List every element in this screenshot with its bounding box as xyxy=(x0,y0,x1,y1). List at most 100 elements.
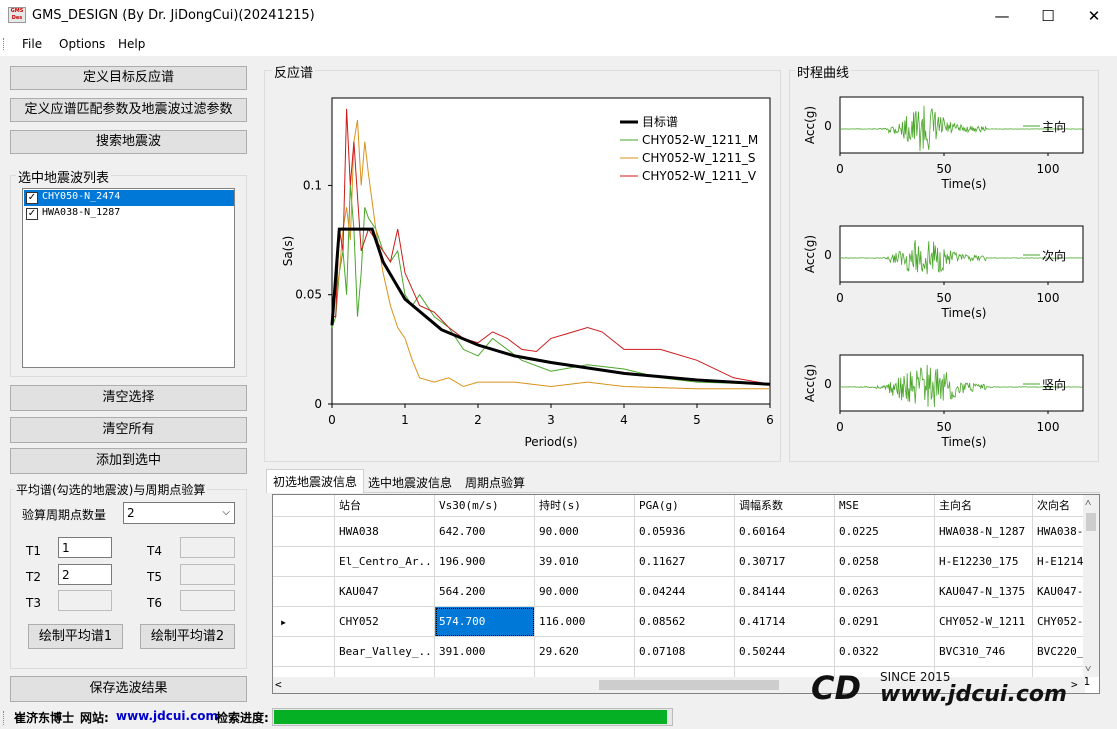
selected-waves-list[interactable]: ✓ CHY050-N_2474 ✓ HWA038-N_1287 xyxy=(22,188,235,368)
y-axis-label: Acc(g) xyxy=(803,106,817,144)
waves-data-grid[interactable]: 站台 Vs30(m/s) 持时(s) PGA(g) 调幅系数 MSE 主向名 次向名 HWA03… xyxy=(272,494,1100,694)
menu-help[interactable]: Help xyxy=(118,37,145,51)
status-author: 崔济东博士 xyxy=(14,711,75,725)
table-cell[interactable]: HWA038 xyxy=(335,517,435,547)
table-cell[interactable]: HWA038-N_1287 xyxy=(935,517,1033,547)
x-tick-label: 50 xyxy=(936,420,951,434)
table-cell[interactable]: 0.41714 xyxy=(735,607,835,637)
tab-initial-waves[interactable]: 初选地震波信息 xyxy=(266,469,365,493)
table-cell[interactable]: KAU047-N_1375 xyxy=(935,577,1033,607)
table-cell[interactable]: 39.010 xyxy=(535,547,635,577)
t2-input[interactable]: 2 xyxy=(58,564,112,585)
table-cell[interactable]: El_Centro_Ar... xyxy=(335,547,435,577)
horizontal-scroll-thumb[interactable] xyxy=(599,680,779,690)
checkbox-checked-icon[interactable]: ✓ xyxy=(26,208,38,220)
time-history-title: 时程曲线 xyxy=(795,62,852,81)
table-cell[interactable]: 0.0263 xyxy=(835,577,935,607)
check-points-label: 验算周期点数量 xyxy=(22,508,107,522)
table-cell[interactable]: 90.000 xyxy=(535,517,635,547)
x-tick-label: 2 xyxy=(474,413,482,427)
table-cell[interactable]: 0.08562 xyxy=(635,607,735,637)
selected-waves-title: 选中地震波列表 xyxy=(16,167,112,186)
table-cell[interactable]: 574.700 xyxy=(435,607,535,637)
clear-all-button[interactable]: 清空所有 xyxy=(10,417,247,443)
table-cell[interactable]: 0.11627 xyxy=(635,547,735,577)
draw-average-2-button[interactable]: 绘制平均谱2 xyxy=(140,624,235,649)
table-cell[interactable]: 116.000 xyxy=(535,607,635,637)
list-item[interactable]: ✓ CHY050-N_2474 xyxy=(24,190,234,206)
row-header[interactable] xyxy=(273,517,335,547)
menu-options[interactable]: Options xyxy=(59,37,105,51)
search-waves-button[interactable]: 搜索地震波 xyxy=(10,130,247,154)
y-tick-label: 0 xyxy=(314,397,322,411)
table-cell[interactable]: BVC310_746 xyxy=(935,637,1033,667)
legend-entry: 主向 xyxy=(1042,119,1066,134)
table-cell[interactable]: 391.000 xyxy=(435,637,535,667)
checkbox-checked-icon[interactable]: ✓ xyxy=(26,192,38,204)
list-item[interactable]: ✓ HWA038-N_1287 xyxy=(24,206,234,222)
table-cell[interactable]: KAU047 xyxy=(335,577,435,607)
table-cell[interactable]: 29.620 xyxy=(535,637,635,667)
vertical-scroll-thumb[interactable] xyxy=(1086,513,1096,531)
column-header[interactable]: 站台 xyxy=(335,495,435,517)
column-header[interactable]: 调幅系数 xyxy=(735,495,835,517)
table-cell[interactable]: 0.05936 xyxy=(635,517,735,547)
table-cell[interactable]: 0.0322 xyxy=(835,637,935,667)
t5-input[interactable] xyxy=(180,564,235,585)
table-cell[interactable]: 0.84144 xyxy=(735,577,835,607)
row-header[interactable] xyxy=(273,577,335,607)
table-cell[interactable]: 196.900 xyxy=(435,547,535,577)
maximize-button[interactable]: ☐ xyxy=(1025,0,1071,32)
table-cell[interactable]: 0.0225 xyxy=(835,517,935,547)
minimize-button[interactable]: — xyxy=(979,0,1025,32)
table-cell[interactable]: 564.200 xyxy=(435,577,535,607)
table-cell[interactable]: 0.50244 xyxy=(735,637,835,667)
save-results-button[interactable]: 保存选波结果 xyxy=(10,676,247,702)
column-header[interactable]: 持时(s) xyxy=(535,495,635,517)
y-tick-label: 0.05 xyxy=(295,288,322,302)
table-cell[interactable]: Bear_Valley_... xyxy=(335,637,435,667)
clear-selection-button[interactable]: 清空选择 xyxy=(10,385,247,411)
response-spectrum-title: 反应谱 xyxy=(272,62,316,81)
column-header[interactable]: PGA(g) xyxy=(635,495,735,517)
y-axis-label: Sa(s) xyxy=(281,236,295,267)
t3-input[interactable] xyxy=(58,590,112,611)
draw-average-1-button[interactable]: 绘制平均谱1 xyxy=(28,624,123,649)
scroll-left-arrow-icon[interactable]: < xyxy=(275,677,289,693)
x-tick-label: 0 xyxy=(836,162,844,176)
t4-input[interactable] xyxy=(180,537,235,558)
table-cell[interactable]: CHY052 xyxy=(335,607,435,637)
menu-file[interactable]: File xyxy=(22,37,42,51)
tab-selected-waves[interactable]: 选中地震波信息 xyxy=(364,472,456,492)
close-button[interactable]: ✕ xyxy=(1071,0,1117,32)
tab-period-check[interactable]: 周期点验算 xyxy=(461,472,529,492)
row-header[interactable]: ▸ xyxy=(273,607,335,637)
table-cell[interactable]: 642.700 xyxy=(435,517,535,547)
table-cell[interactable]: 0.0291 xyxy=(835,607,935,637)
t1-input[interactable]: 1 xyxy=(58,537,112,558)
table-cell[interactable]: 90.000 xyxy=(535,577,635,607)
row-header[interactable] xyxy=(273,547,335,577)
table-cell[interactable]: 0.04244 xyxy=(635,577,735,607)
table-cell[interactable]: 0.0258 xyxy=(835,547,935,577)
scroll-up-arrow-icon[interactable]: ˄ xyxy=(1085,495,1099,511)
define-target-spectrum-button[interactable]: 定义目标反应谱 xyxy=(10,66,247,90)
column-header[interactable]: MSE xyxy=(835,495,935,517)
table-cell[interactable]: 0.07108 xyxy=(635,637,735,667)
table-cell[interactable]: 0.30717 xyxy=(735,547,835,577)
table-cell[interactable]: 0.60164 xyxy=(735,517,835,547)
row-header[interactable] xyxy=(273,637,335,667)
table-cell[interactable]: CHY052-W_1211 xyxy=(935,607,1033,637)
y-tick-label: 0.1 xyxy=(303,178,322,192)
table-cell[interactable]: H-E12230_175 xyxy=(935,547,1033,577)
column-header[interactable]: Vs30(m/s) xyxy=(435,495,535,517)
define-matching-params-button[interactable]: 定义应谱匹配参数及地震波过滤参数 xyxy=(10,98,247,122)
add-to-selected-button[interactable]: 添加到选中 xyxy=(10,448,247,474)
t6-input[interactable] xyxy=(180,590,235,611)
column-header[interactable]: 主向名 xyxy=(935,495,1033,517)
t4-label: T4 xyxy=(147,544,162,558)
t5-label: T5 xyxy=(147,570,162,584)
status-website-link[interactable]: www.jdcui.com xyxy=(116,709,218,723)
x-tick-label: 1 xyxy=(401,413,409,427)
check-points-select[interactable]: 2 ⌵ xyxy=(123,502,235,524)
